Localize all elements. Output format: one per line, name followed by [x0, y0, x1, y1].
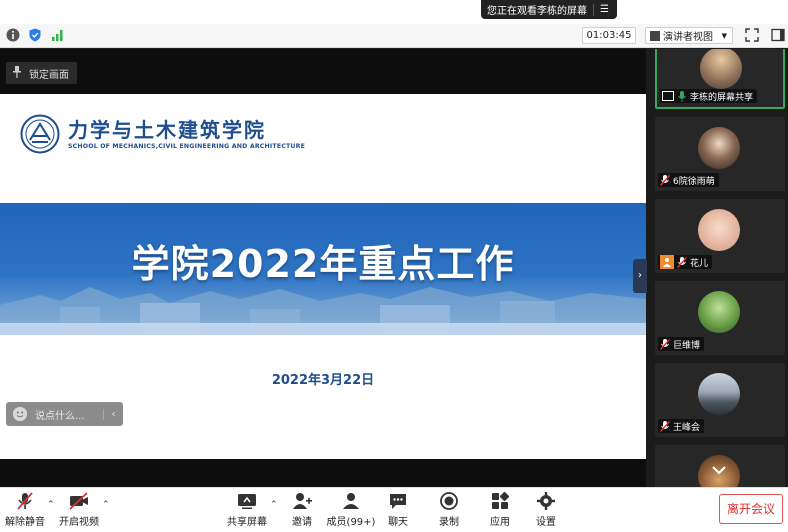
chevron-down-icon: ▼	[721, 31, 727, 40]
participant-nameplate: 王峰会	[658, 419, 705, 433]
invite-button[interactable]: 邀请	[277, 491, 327, 528]
participant-tile[interactable]: 李栋的屏幕共享	[655, 49, 785, 109]
scroll-down-icon[interactable]	[698, 455, 740, 487]
participant-tile[interactable]: 王峰会	[655, 363, 785, 437]
fullscreen-icon[interactable]	[745, 28, 759, 42]
screen-share-icon	[662, 91, 674, 101]
record-label: 录制	[439, 517, 459, 528]
shared-screen-area: 锁定画面 力学与土木建筑学院 SCHOOL OF MECHANICS,CIVIL…	[0, 49, 647, 487]
participant-nameplate: 巨维博	[658, 337, 705, 351]
gallery-toggle-button[interactable]: ›	[633, 259, 647, 293]
chat-icon	[390, 494, 406, 509]
chat-label: 聊天	[388, 517, 408, 528]
participant-tile[interactable]: 花儿	[655, 199, 785, 273]
avatar	[698, 455, 740, 487]
members-label: 成员(99+)	[326, 517, 376, 528]
add-user-icon	[293, 493, 312, 509]
participant-name: 花儿	[690, 258, 709, 269]
school-logo	[20, 114, 60, 154]
leave-meeting-button[interactable]: 离开会议	[719, 494, 783, 524]
apps-button[interactable]: 应用	[475, 491, 525, 528]
meeting-controls: 解除静音 ⌃ 开启视频 ⌃ 共享屏幕 ⌃ 邀请 成员(99+) 聊天 录制 应用…	[0, 487, 788, 532]
meeting-window: 您正在观看李栋的屏幕 ☰ 01:03:45 演讲者视图 ▼ 锁定画面 力学与土木…	[0, 0, 788, 532]
chat-collapse-icon[interactable]: ‹	[103, 408, 123, 420]
participant-nameplate: 6院徐雨萌	[658, 173, 719, 187]
video-options-caret[interactable]: ⌃	[102, 500, 110, 510]
emoji-icon[interactable]	[13, 407, 27, 421]
share-screen-button[interactable]: 共享屏幕	[222, 491, 272, 528]
avatar	[698, 127, 740, 169]
chat-placeholder: 说点什么...	[35, 410, 85, 422]
slide-date: 2022年3月22日	[271, 373, 375, 388]
participant-nameplate: 花儿	[658, 255, 713, 269]
notice-text: 您正在观看李栋的屏幕	[487, 6, 587, 17]
school-name: 力学与土木建筑学院 SCHOOL OF MECHANICS,CIVIL ENGI…	[68, 119, 305, 150]
title-banner: 学院2022年重点工作	[0, 203, 646, 335]
avatar	[698, 373, 740, 415]
menu-icon[interactable]: ☰	[593, 3, 615, 16]
school-header: 力学与土木建筑学院 SCHOOL OF MECHANICS,CIVIL ENGI…	[20, 114, 305, 154]
mic-muted-icon	[660, 420, 670, 432]
meeting-toolbar: 01:03:45 演讲者视图 ▼	[0, 24, 788, 48]
host-badge-icon	[660, 255, 674, 269]
apps-label: 应用	[490, 517, 510, 528]
mic-on-icon	[678, 90, 686, 102]
participant-gallery: 李栋的屏幕共享 6院徐雨萌 花儿 巨维博 王峰会	[648, 49, 788, 487]
quick-chat-input[interactable]: 说点什么... ‹	[6, 402, 123, 426]
mic-muted-icon	[660, 174, 670, 186]
start-video-button[interactable]: 开启视频	[54, 491, 104, 528]
settings-label: 设置	[536, 517, 556, 528]
participant-name: 李栋的屏幕共享	[690, 92, 754, 103]
school-name-cn: 力学与土木建筑学院	[68, 117, 266, 142]
sidebar-icon[interactable]	[771, 28, 785, 42]
view-mode-dropdown[interactable]: 演讲者视图 ▼	[645, 27, 733, 44]
participant-tile[interactable]: 6院徐雨萌	[655, 117, 785, 191]
slide-title: 学院2022年重点工作	[131, 242, 515, 286]
video-off-icon	[69, 492, 88, 510]
record-icon	[440, 492, 458, 510]
info-icon[interactable]	[6, 28, 20, 42]
view-layout-icon	[650, 30, 660, 41]
avatar	[698, 209, 740, 251]
pin-icon	[12, 65, 24, 81]
participant-name: 6院徐雨萌	[673, 176, 715, 187]
participant-tile[interactable]	[655, 445, 785, 487]
participant-tile[interactable]: 巨维博	[655, 281, 785, 355]
unmute-button[interactable]: 解除静音	[0, 491, 50, 528]
share-screen-label: 共享屏幕	[227, 517, 267, 528]
apps-icon	[492, 491, 510, 509]
members-button[interactable]: 成员(99+)	[323, 491, 379, 528]
school-name-en: SCHOOL OF MECHANICS,CIVIL ENGINEERING AN…	[68, 142, 306, 150]
avatar	[698, 291, 740, 333]
unmute-label: 解除静音	[5, 517, 45, 528]
signal-icon[interactable]	[51, 28, 65, 42]
gear-icon	[537, 492, 555, 510]
members-icon	[343, 493, 359, 509]
top-strip: 您正在观看李栋的屏幕 ☰	[0, 0, 788, 24]
record-button[interactable]: 录制	[424, 491, 474, 528]
shield-icon[interactable]	[28, 28, 42, 42]
view-mode-label: 演讲者视图	[663, 32, 713, 43]
meeting-timer: 01:03:45	[582, 27, 636, 44]
settings-button[interactable]: 设置	[521, 491, 571, 528]
participant-name: 巨维博	[673, 340, 701, 351]
avatar	[700, 49, 742, 89]
mic-muted-icon	[17, 492, 33, 510]
mic-muted-icon	[677, 256, 687, 268]
screen-share-notice: 您正在观看李栋的屏幕 ☰	[481, 0, 617, 19]
mic-muted-icon	[660, 338, 670, 350]
share-screen-icon	[238, 494, 256, 509]
participant-name: 王峰会	[673, 422, 701, 433]
lock-view-button[interactable]: 锁定画面	[6, 62, 77, 84]
participant-nameplate: 李栋的屏幕共享	[660, 89, 758, 103]
chat-button[interactable]: 聊天	[373, 491, 423, 528]
lock-view-label: 锁定画面	[29, 69, 69, 81]
start-video-label: 开启视频	[59, 517, 99, 528]
invite-label: 邀请	[292, 517, 312, 528]
